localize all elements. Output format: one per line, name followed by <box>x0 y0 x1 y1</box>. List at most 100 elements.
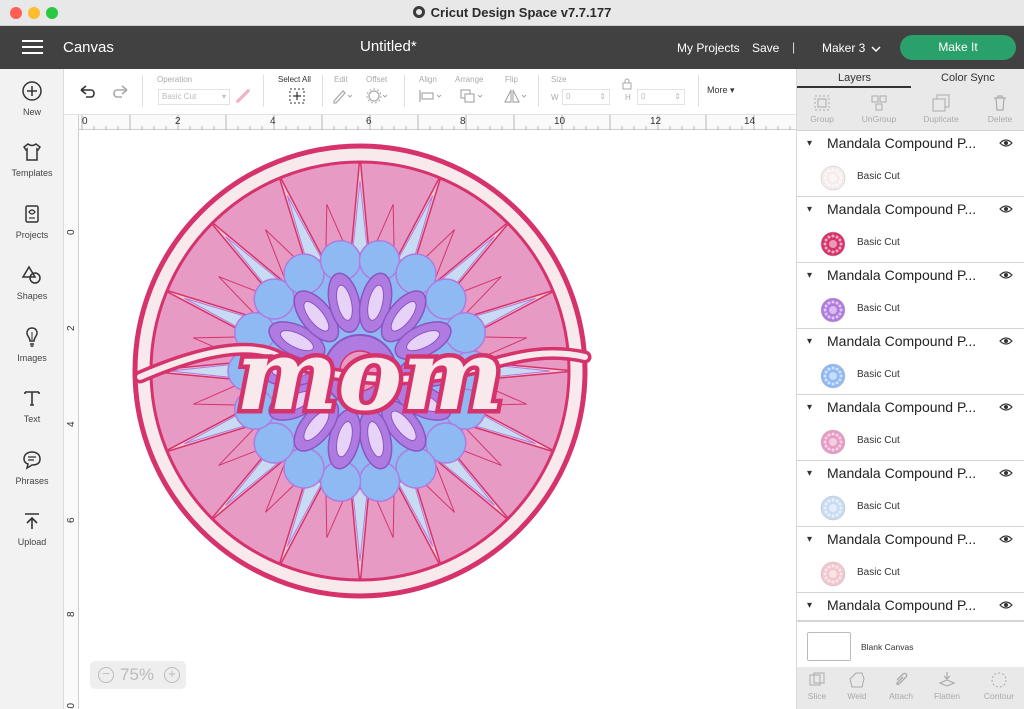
operation-select[interactable]: Basic Cut ▾ <box>158 89 230 105</box>
sidebar-item-templates[interactable]: Templates <box>0 140 64 198</box>
sidebar-item-label: Templates <box>11 168 53 178</box>
chevron-down-icon[interactable]: ▾ <box>807 270 812 281</box>
design-canvas[interactable]: mom <box>80 131 796 709</box>
caret-down-icon: ▾ <box>730 85 735 95</box>
layer-name[interactable]: Mandala Compound P... <box>827 597 976 613</box>
contour-button[interactable]: Contour <box>977 671 1021 701</box>
scallop <box>395 447 437 489</box>
height-input[interactable]: 0 ⇕ <box>637 89 685 105</box>
layer-operation: Basic Cut <box>857 171 900 182</box>
machine-selector[interactable]: Maker 3 <box>822 41 865 55</box>
eye-icon[interactable] <box>999 270 1013 280</box>
flip-icon[interactable] <box>502 88 528 104</box>
layer-name[interactable]: Mandala Compound P... <box>827 333 976 349</box>
offset-icon[interactable] <box>366 88 390 104</box>
mandala-design[interactable]: mom <box>80 131 796 709</box>
layer-row[interactable]: ▾ Mandala Compound P... <box>797 593 1024 621</box>
chevron-down-icon[interactable]: ▾ <box>807 204 812 215</box>
upload-icon <box>25 513 39 529</box>
sidebar-item-upload[interactable]: Upload <box>0 509 64 567</box>
mom-text[interactable]: mom <box>232 315 508 437</box>
blank-canvas-row: Blank Canvas <box>797 621 1024 667</box>
chevron-down-icon[interactable] <box>870 43 882 55</box>
select-all-icon[interactable] <box>289 88 305 104</box>
chevron-down-icon[interactable]: ▾ <box>807 534 812 545</box>
sidebar-item-label: Images <box>17 353 47 363</box>
edit-pencil-icon[interactable] <box>331 88 353 104</box>
layer-row[interactable]: ▾ Mandala Compound P... Basic Cut <box>797 197 1024 263</box>
eye-icon[interactable] <box>999 468 1013 478</box>
paperclip-icon <box>896 672 908 686</box>
layer-name[interactable]: Mandala Compound P... <box>827 201 976 217</box>
ruler-label: 10 <box>66 702 77 709</box>
weld-button[interactable]: Weld <box>835 671 879 701</box>
eye-icon[interactable] <box>999 336 1013 346</box>
make-it-button[interactable]: Make It <box>900 35 1016 60</box>
lock-icon[interactable] <box>622 78 632 90</box>
layer-thumbnail <box>820 165 846 191</box>
blank-canvas-swatch[interactable] <box>807 632 851 661</box>
slice-button[interactable]: Slice <box>795 671 839 701</box>
attach-button[interactable]: Attach <box>879 671 923 701</box>
layer-name[interactable]: Mandala Compound P... <box>827 465 976 481</box>
eye-icon[interactable] <box>999 534 1013 544</box>
tab-layers[interactable]: Layers <box>838 72 871 84</box>
layer-name[interactable]: Mandala Compound P... <box>827 531 976 547</box>
my-projects-link[interactable]: My Projects <box>677 41 740 55</box>
layer-name[interactable]: Mandala Compound P... <box>827 399 976 415</box>
chevron-down-icon[interactable]: ▾ <box>807 138 812 149</box>
chevron-down-icon[interactable]: ▾ <box>807 468 812 479</box>
chevron-down-icon[interactable]: ▾ <box>807 402 812 413</box>
stepper-icon[interactable]: ⇕ <box>599 90 606 104</box>
zoom-in-button[interactable]: + <box>164 667 180 683</box>
layer-row[interactable]: ▾ Mandala Compound P... Basic Cut <box>797 329 1024 395</box>
sidebar-item-shapes[interactable]: Shapes <box>0 263 64 321</box>
undo-icon[interactable] <box>78 83 98 101</box>
sidebar-item-text[interactable]: Text <box>0 386 64 444</box>
delete-button[interactable]: Delete <box>972 94 1024 124</box>
duplicate-button[interactable]: Duplicate <box>913 94 969 124</box>
chevron-down-icon[interactable]: ▾ <box>807 600 812 611</box>
ungroup-button[interactable]: UnGroup <box>851 94 907 124</box>
zoom-out-button[interactable]: − <box>98 667 114 683</box>
sidebar-item-images[interactable]: Images <box>0 325 64 383</box>
layer-thumbnail <box>820 297 846 323</box>
layer-thumbnail <box>820 561 846 587</box>
projects-icon <box>25 205 39 223</box>
layer-row[interactable]: ▾ Mandala Compound P... Basic Cut <box>797 461 1024 527</box>
layer-row[interactable]: ▾ Mandala Compound P... Basic Cut <box>797 527 1024 593</box>
stepper-icon[interactable]: ⇕ <box>674 90 681 104</box>
eye-icon[interactable] <box>999 138 1013 148</box>
align-icon[interactable] <box>418 89 444 103</box>
sidebar-item-projects[interactable]: Projects <box>0 202 64 260</box>
chevron-down-icon[interactable]: ▾ <box>807 336 812 347</box>
group-button[interactable]: Group <box>794 94 850 124</box>
sidebar-item-phrases[interactable]: Phrases <box>0 448 64 506</box>
flatten-button[interactable]: Flatten <box>925 671 969 701</box>
layer-operation: Basic Cut <box>857 435 900 446</box>
ruler-label: 8 <box>460 116 466 127</box>
layer-row[interactable]: ▾ Mandala Compound P... Basic Cut <box>797 395 1024 461</box>
arrange-icon[interactable] <box>459 88 485 104</box>
linetype-pen-icon[interactable] <box>234 87 252 105</box>
more-button[interactable]: More ▾ <box>707 85 735 96</box>
ruler-label: 6 <box>366 116 372 127</box>
window-titlebar: Cricut Design Space v7.7.177 <box>0 0 1024 26</box>
eye-icon[interactable] <box>999 600 1013 610</box>
width-input[interactable]: 0 ⇕ <box>562 89 610 105</box>
document-title[interactable]: Untitled* <box>360 38 417 55</box>
toolbar-divider <box>404 75 405 107</box>
ruler-label: 4 <box>66 421 77 427</box>
eye-icon[interactable] <box>999 402 1013 412</box>
redo-icon[interactable] <box>110 83 130 101</box>
layer-name[interactable]: Mandala Compound P... <box>827 267 976 283</box>
layer-row[interactable]: ▾ Mandala Compound P... Basic Cut <box>797 131 1024 197</box>
layer-name[interactable]: Mandala Compound P... <box>827 135 976 151</box>
tab-color-sync[interactable]: Color Sync <box>941 72 995 84</box>
blank-canvas-label: Blank Canvas <box>861 642 914 652</box>
hamburger-menu-icon[interactable] <box>22 40 43 55</box>
sidebar-item-new[interactable]: New <box>0 79 64 137</box>
eye-icon[interactable] <box>999 204 1013 214</box>
save-button[interactable]: Save <box>752 41 779 55</box>
layer-row[interactable]: ▾ Mandala Compound P... Basic Cut <box>797 263 1024 329</box>
